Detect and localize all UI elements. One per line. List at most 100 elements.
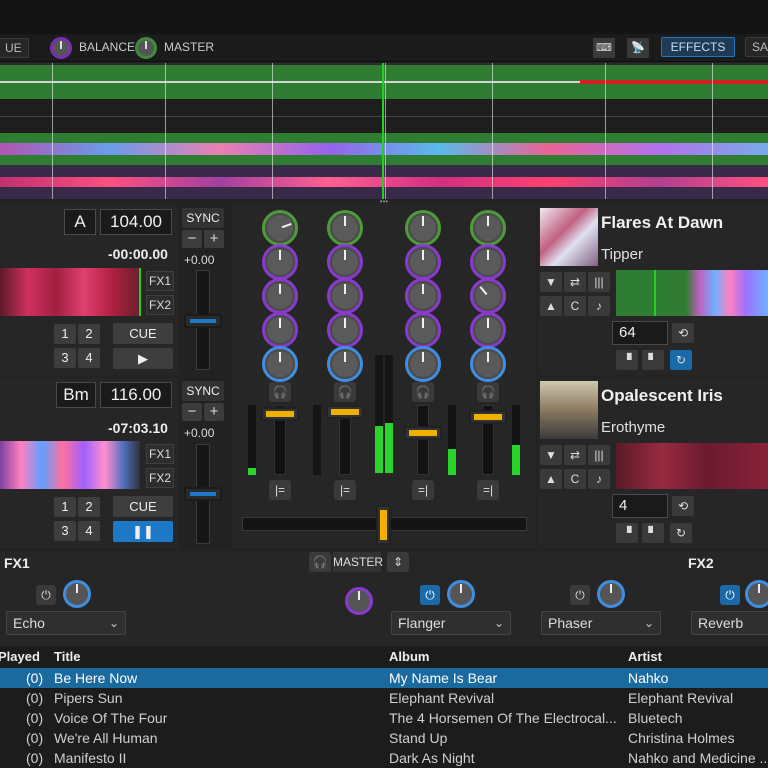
deck-a-load-icon[interactable]: ▲ — [540, 296, 562, 316]
deck-b-beatgrid-icon[interactable]: ||| — [588, 445, 610, 465]
deck-a-hotcue-4[interactable]: 4 — [78, 348, 100, 368]
col-artist-header[interactable]: Artist — [628, 646, 662, 668]
deck-b-hotcue-2[interactable]: 2 — [78, 497, 100, 517]
deck-a-hotcue-1[interactable]: 1 — [54, 324, 76, 344]
deck-a-key-icon[interactable]: ♪ — [588, 296, 610, 316]
ch2-orientation-left-icon[interactable]: |= — [334, 480, 356, 500]
resize-handle[interactable]: ••• — [376, 198, 392, 206]
table-row[interactable]: (0) We're All Human Stand Up Christina H… — [0, 728, 768, 748]
fx-phaser-knob[interactable] — [597, 580, 625, 608]
table-row[interactable]: (0) Voice Of The Four The 4 Horsemen Of … — [0, 708, 768, 728]
sampler-button[interactable]: SA — [745, 37, 768, 57]
deck-b-pitch-thumb[interactable] — [184, 487, 222, 501]
deck-b-hotcue-1[interactable]: 1 — [54, 497, 76, 517]
deck-b-repeat-icon[interactable]: ⇄ — [564, 445, 586, 465]
deck-b-loop-in-icon[interactable]: ▝ — [616, 523, 638, 543]
table-row[interactable]: (0) Be Here Now My Name Is Bear Nahko — [0, 668, 768, 688]
waveform-deck1-overview[interactable] — [0, 65, 768, 99]
fx-phaser-select[interactable]: Phaser ⌄ — [541, 611, 661, 635]
ch2-low-eq-knob[interactable] — [327, 312, 363, 348]
waveform-deck2-overview[interactable] — [0, 133, 768, 165]
fx-reverb-power-icon[interactable]: ⏻ — [720, 585, 740, 605]
master-gain-knob[interactable] — [135, 37, 157, 59]
deck-b-load-icon[interactable]: ▲ — [540, 469, 562, 489]
deck-a-key[interactable]: A — [64, 209, 96, 235]
ch4-mid-eq-knob[interactable] — [470, 278, 506, 314]
ch3-mid-eq-knob[interactable] — [405, 278, 441, 314]
deck-a-eject-icon[interactable]: ▼ — [540, 272, 562, 292]
table-row[interactable]: (0) Pipers Sun Elephant Revival Elephant… — [0, 688, 768, 708]
ch3-high-eq-knob[interactable] — [405, 244, 441, 280]
table-row[interactable]: (0) Manifesto II Dark As Night Nahko and… — [0, 748, 768, 768]
waveform-area[interactable] — [0, 63, 768, 199]
ch4-orientation-right-icon[interactable]: =| — [477, 480, 499, 500]
deck-a-sync-button[interactable]: SYNC — [182, 208, 224, 228]
deck-a-fx2-button[interactable]: FX2 — [146, 295, 174, 315]
ch3-volume-track[interactable] — [417, 405, 429, 475]
deck-b-bpm[interactable]: 116.00 — [100, 382, 172, 408]
ch1-high-eq-knob[interactable] — [262, 244, 298, 280]
deck-a-overview-waveform[interactable] — [616, 270, 768, 316]
ch4-gain-knob[interactable] — [470, 210, 506, 246]
ch4-low-eq-knob[interactable] — [470, 312, 506, 348]
deck-a-bpm[interactable]: 104.00 — [100, 209, 172, 235]
deck-b-hotcue-3[interactable]: 3 — [54, 521, 76, 541]
deck-a-fx1-button[interactable]: FX1 — [146, 271, 174, 291]
ch4-volume-fader[interactable] — [469, 410, 507, 424]
ch1-orientation-left-icon[interactable]: |= — [269, 480, 291, 500]
ch3-orientation-right-icon[interactable]: =| — [412, 480, 434, 500]
ch3-volume-fader[interactable] — [404, 426, 442, 440]
deck-a-loop-in-icon[interactable]: ▝ — [616, 350, 638, 370]
deck-a-beatgrid-icon[interactable]: ||| — [588, 272, 610, 292]
cue-toggle-button[interactable]: UE — [0, 38, 29, 58]
ch1-mid-eq-knob[interactable] — [262, 278, 298, 314]
deck-a-pitch-up[interactable]: + — [204, 230, 224, 248]
fx-reverb-select[interactable]: Reverb — [691, 611, 768, 635]
deck-b-loop-toggle-icon[interactable]: ⟲ — [672, 496, 694, 516]
ch1-low-eq-knob[interactable] — [262, 312, 298, 348]
fx-collapse-icon[interactable]: ⇕ — [387, 552, 409, 572]
deck-a-hotcue-2[interactable]: 2 — [78, 324, 100, 344]
effects-button[interactable]: EFFECTS — [661, 37, 735, 57]
col-album-header[interactable]: Album — [389, 646, 429, 668]
col-played-header[interactable]: Played — [0, 646, 40, 668]
waveform-deck2-scroll[interactable] — [0, 165, 768, 199]
fx-echo-power-icon[interactable]: ⏻ — [36, 585, 56, 605]
fx-flanger-knob[interactable] — [447, 580, 475, 608]
fx-master-button[interactable]: MASTER — [333, 552, 383, 572]
deck-a-loop-out-icon[interactable]: ▘ — [642, 350, 664, 370]
waveform-deck1-scroll[interactable] — [0, 99, 768, 133]
ch4-high-eq-knob[interactable] — [470, 244, 506, 280]
fx-reverb-knob[interactable] — [745, 580, 768, 608]
deck-b-fx2-button[interactable]: FX2 — [146, 468, 174, 488]
deck-a-reloop-icon[interactable]: ↻ — [670, 350, 692, 370]
deck-b-key-icon[interactable]: ♪ — [588, 469, 610, 489]
ch4-filter-knob[interactable] — [470, 346, 506, 382]
deck-a-loop-icon[interactable]: C — [564, 296, 586, 316]
ch1-volume-fader[interactable] — [261, 407, 299, 421]
deck-a-mini-waveform[interactable] — [0, 268, 141, 316]
ch2-gain-knob[interactable] — [327, 210, 363, 246]
deck-b-overview-waveform[interactable] — [616, 443, 768, 489]
ch2-headphone-icon[interactable]: 🎧 — [334, 382, 356, 402]
deck-b-eject-icon[interactable]: ▼ — [540, 445, 562, 465]
ch2-volume-fader[interactable] — [326, 405, 364, 419]
deck-a-loop-toggle-icon[interactable]: ⟲ — [672, 323, 694, 343]
fx-headphone-icon[interactable]: 🎧 — [309, 552, 331, 572]
fx-flanger-select[interactable]: Flanger ⌄ — [391, 611, 511, 635]
crossfader-handle[interactable] — [376, 505, 391, 545]
deck-b-pitch-down[interactable]: − — [182, 403, 202, 421]
ch4-headphone-icon[interactable]: 🎧 — [477, 382, 499, 402]
deck-b-reloop-icon[interactable]: ↻ — [670, 523, 692, 543]
deck-b-pitch-up[interactable]: + — [204, 403, 224, 421]
ch3-gain-knob[interactable] — [405, 210, 441, 246]
fx-phaser-power-icon[interactable]: ⏻ — [570, 585, 590, 605]
deck-a-cue-button[interactable]: CUE — [113, 323, 173, 344]
fx-flanger-power-icon[interactable]: ⏻ — [420, 585, 440, 605]
fx-echo-select[interactable]: Echo ⌄ — [6, 611, 126, 635]
deck-b-key[interactable]: Bm — [56, 382, 96, 408]
deck-b-cue-button[interactable]: CUE — [113, 496, 173, 517]
ch1-headphone-icon[interactable]: 🎧 — [269, 382, 291, 402]
ch1-filter-knob[interactable] — [262, 346, 298, 382]
deck-a-loop-size[interactable]: 64 — [612, 321, 668, 345]
